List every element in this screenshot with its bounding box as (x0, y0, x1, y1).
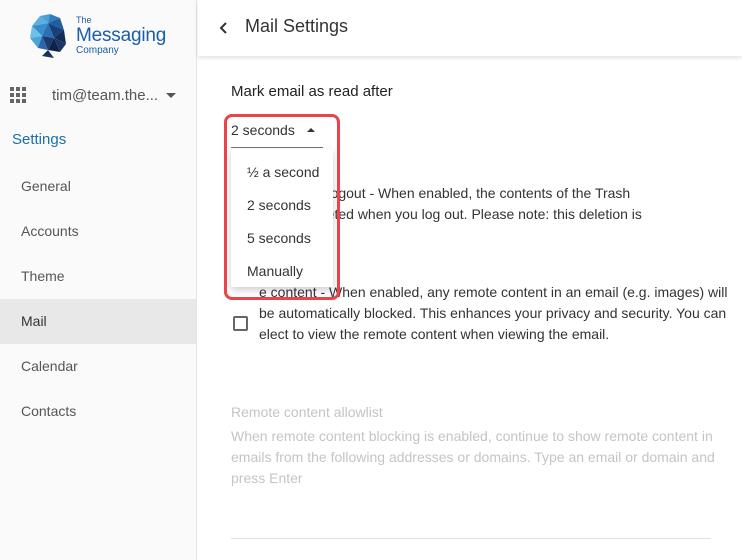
allowlist-input[interactable] (231, 538, 711, 539)
trash-text-line-1: on logout - When enabled, the contents o… (308, 185, 631, 201)
trash-text-line-2: deleted when you log out. Please note: t… (308, 206, 642, 222)
remote-content-description: e content - When enabled, any remote con… (259, 284, 728, 342)
sidebar-item-theme[interactable]: Theme (0, 254, 196, 299)
allowlist-description: When remote content blocking is enabled,… (231, 428, 715, 486)
settings-heading: Settings (12, 131, 67, 148)
option-2-seconds[interactable]: 2 seconds (231, 189, 333, 222)
logo-line-3: Company (76, 45, 119, 56)
logo-globe-icon (30, 14, 66, 58)
block-remote-content-checkbox[interactable] (233, 316, 248, 331)
sidebar: The Messaging Company tim@team.the... Se… (0, 0, 197, 560)
mark-read-select[interactable]: 2 seconds (231, 122, 323, 148)
trash-description: on logout - When enabled, the contents o… (308, 183, 708, 225)
sidebar-item-accounts[interactable]: Accounts (0, 209, 196, 254)
logo-line-1: The (76, 15, 92, 25)
allowlist-title: Remote content allowlist (231, 404, 383, 420)
mark-read-selected-value: 2 seconds (231, 122, 295, 138)
option-manually[interactable]: Manually (231, 255, 333, 288)
chevron-up-icon (306, 128, 315, 132)
back-arrow-icon[interactable] (214, 18, 234, 38)
mark-read-dropdown-menu: ½ a second 2 seconds 5 seconds Manually (231, 149, 333, 287)
apps-grid-icon[interactable] (10, 87, 26, 103)
settings-content: Mark email as read after 2 seconds ½ a s… (198, 56, 742, 560)
company-logo[interactable]: The Messaging Company (30, 14, 170, 58)
settings-nav: General Accounts Theme Mail Calendar Con… (0, 164, 196, 434)
account-switcher[interactable]: tim@team.the... (10, 84, 190, 106)
chevron-down-icon[interactable] (166, 92, 177, 98)
page-title: Mail Settings (245, 16, 349, 36)
account-email: tim@team.the... (52, 86, 159, 104)
sidebar-item-calendar[interactable]: Calendar (0, 344, 196, 389)
sidebar-item-general[interactable]: General (0, 164, 196, 209)
logo-text: The Messaging Company (76, 16, 166, 56)
mark-read-title: Mark email as read after (231, 83, 393, 100)
option-half-second[interactable]: ½ a second (231, 156, 333, 189)
logo-line-2: Messaging (76, 25, 167, 46)
page-header: Mail Settings (198, 0, 742, 56)
option-5-seconds[interactable]: 5 seconds (231, 222, 333, 255)
sidebar-item-mail[interactable]: Mail (0, 299, 196, 344)
sidebar-item-contacts[interactable]: Contacts (0, 389, 196, 434)
